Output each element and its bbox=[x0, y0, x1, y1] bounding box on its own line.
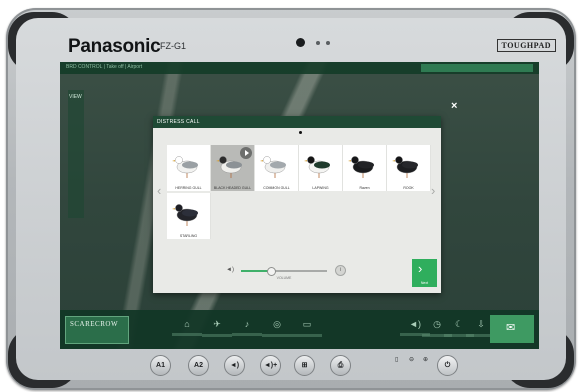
dialog-title: DISTRESS CALL bbox=[157, 119, 200, 125]
speaker-button[interactable]: ♪ bbox=[232, 319, 262, 341]
bird-image bbox=[172, 156, 198, 178]
home-button[interactable]: ⌂ bbox=[172, 319, 202, 341]
bird-card-label: BLACK HEADED GULL bbox=[213, 186, 252, 190]
next-button[interactable]: › Next bbox=[412, 259, 437, 287]
bird-image bbox=[172, 204, 198, 226]
dialog-header: DISTRESS CALL bbox=[153, 116, 441, 128]
bird-card[interactable]: STARLING bbox=[167, 193, 211, 239]
bird-card-label: COMMON GULL bbox=[263, 186, 290, 190]
bird-card-label: HERRING GULL bbox=[175, 186, 202, 190]
bird-card[interactable]: ROOK bbox=[387, 145, 431, 191]
volume-slider[interactable] bbox=[241, 267, 327, 276]
app-logo-text: SCARECROW bbox=[70, 320, 119, 328]
bird-card-label: ROOK bbox=[403, 186, 414, 190]
topbar-breadcrumb: BRD CONTROL | Take off | Airport bbox=[66, 64, 143, 70]
calendar-icon: ▭ bbox=[302, 319, 312, 329]
close-icon[interactable]: × bbox=[451, 100, 457, 112]
sensor-icon bbox=[316, 41, 320, 45]
sensor-icon bbox=[326, 41, 330, 45]
button-caption bbox=[262, 334, 292, 337]
rail-view-label: VIEW bbox=[69, 94, 82, 100]
battery-indicator-icon: ▯ bbox=[395, 357, 399, 363]
bird-icon: ✈ bbox=[213, 319, 221, 329]
camera-icon bbox=[296, 38, 305, 47]
target-icon: ◎ bbox=[273, 319, 281, 329]
map-tool-rail: VIEW bbox=[68, 90, 84, 218]
bird-card-label: LAPWING bbox=[312, 186, 329, 190]
wireless-indicator-icon: ⊕ bbox=[423, 357, 429, 363]
toughpad-badge: TOUGHPAD bbox=[496, 39, 556, 52]
bird-button[interactable]: ✈ bbox=[202, 319, 232, 341]
storage-indicator-icon: ⊖ bbox=[409, 357, 415, 363]
message-icon: ✉ bbox=[506, 322, 516, 334]
a1-button[interactable]: A1 bbox=[150, 355, 171, 376]
app-topbar: BRD CONTROL | Take off | Airport bbox=[60, 62, 539, 74]
volume-down-button[interactable]: ◄) bbox=[224, 355, 245, 376]
info-icon[interactable]: i bbox=[335, 265, 346, 276]
power-button[interactable]: ⏻ bbox=[437, 355, 458, 376]
volume-icon: ◄) bbox=[226, 267, 234, 273]
bird-card[interactable]: COMMON GULL bbox=[255, 145, 299, 191]
topbar-status bbox=[421, 64, 533, 72]
home-icon: ⌂ bbox=[184, 319, 190, 329]
page-indicator bbox=[299, 131, 302, 134]
volume-caption: VOLUME bbox=[276, 276, 292, 280]
bird-card-label: STARLING bbox=[179, 234, 198, 238]
bird-image bbox=[260, 156, 286, 178]
rotation-lock-button[interactable]: ⎙ bbox=[330, 355, 351, 376]
button-caption bbox=[202, 334, 232, 337]
bird-card[interactable]: LAPWING bbox=[299, 145, 343, 191]
volume-slider-handle[interactable] bbox=[267, 267, 277, 276]
bird-image bbox=[392, 156, 418, 178]
speaker-icon: ♪ bbox=[244, 319, 250, 329]
next-button-label: Next bbox=[420, 281, 429, 285]
app-bottom-bar: SCARECROW ⌂ ✈ ♪ ◎ ▭ ◄) ◷ ☾ ⇩ ✉ bbox=[60, 310, 539, 349]
bird-card[interactable]: HERRING GULL bbox=[167, 145, 211, 191]
model-label: FZ-G1 bbox=[160, 41, 186, 51]
button-caption bbox=[292, 334, 322, 337]
app-logo: SCARECROW bbox=[65, 316, 129, 344]
play-icon[interactable] bbox=[240, 147, 252, 159]
message-button[interactable]: ✉ bbox=[490, 315, 534, 343]
screen: BRD CONTROL | Take off | Airport VIEW SC… bbox=[60, 62, 539, 349]
bird-image bbox=[348, 156, 374, 178]
bird-image bbox=[304, 156, 330, 178]
a2-button[interactable]: A2 bbox=[188, 355, 209, 376]
volume-up-button[interactable]: ◄)+ bbox=[260, 355, 281, 376]
prev-page-icon[interactable]: ‹ bbox=[157, 183, 161, 198]
distress-call-dialog: DISTRESS CALL ‹ › HERRING GULL BLACK HEAD… bbox=[153, 116, 441, 293]
chevron-right-icon: › bbox=[418, 261, 423, 276]
bird-card-label: Raven bbox=[359, 186, 370, 190]
button-caption bbox=[172, 333, 202, 336]
next-page-icon[interactable]: › bbox=[431, 183, 435, 198]
bird-card[interactable]: BLACK HEADED GULL bbox=[211, 145, 255, 191]
button-caption bbox=[232, 333, 262, 336]
bird-card[interactable]: Raven bbox=[343, 145, 387, 191]
calendar-button[interactable]: ▭ bbox=[292, 319, 322, 341]
target-button[interactable]: ◎ bbox=[262, 319, 292, 341]
windows-button[interactable]: ⊞ bbox=[294, 355, 315, 376]
brand-logo: Panasonic bbox=[68, 36, 161, 57]
